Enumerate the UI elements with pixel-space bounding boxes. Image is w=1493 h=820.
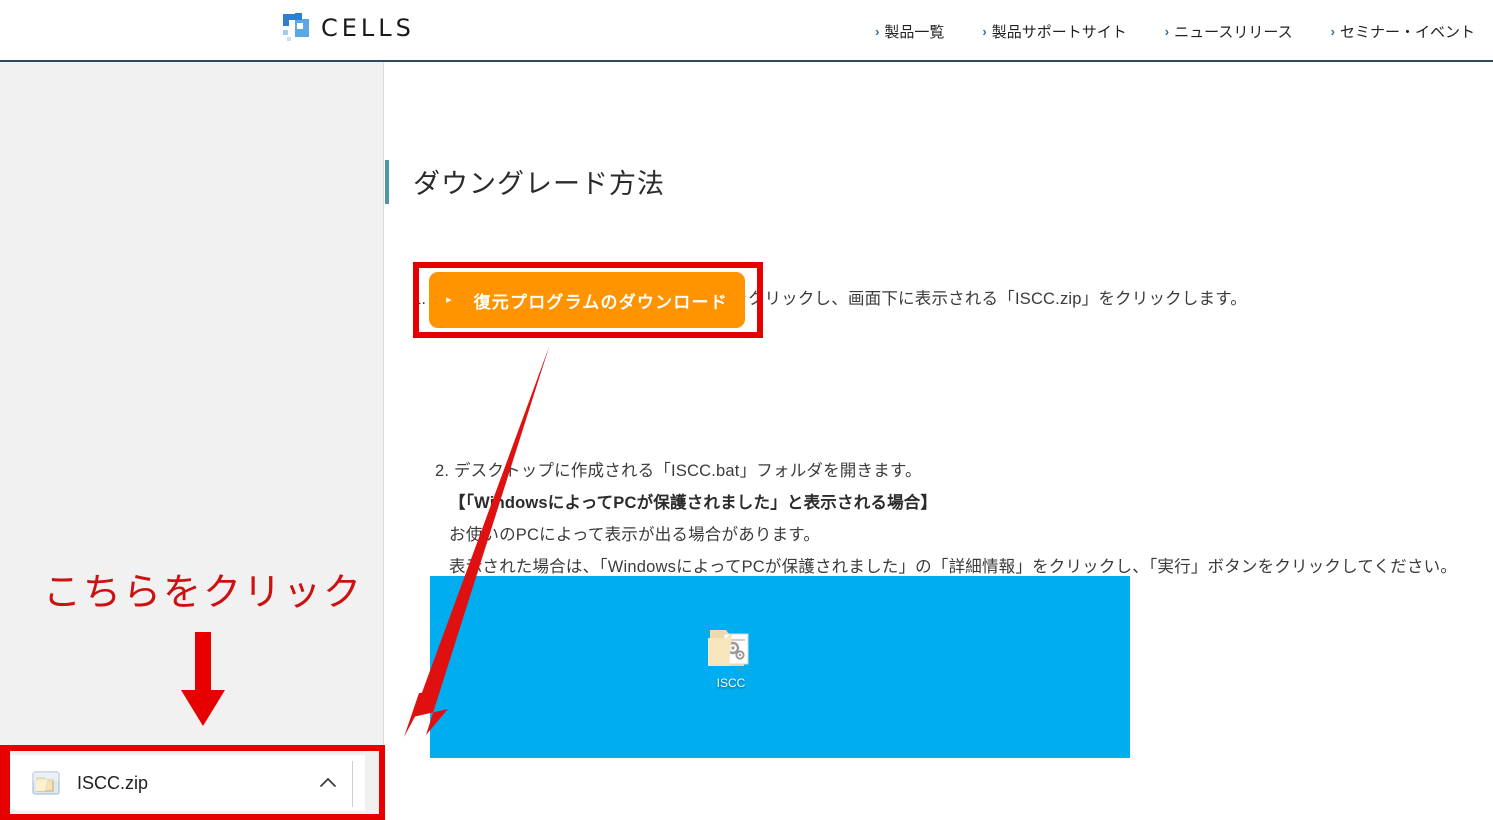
download-button-label: 復元プログラムのダウンロード: [473, 292, 728, 312]
desktop-screenshot-image: ISCC: [430, 576, 1130, 758]
zip-folder-icon: [32, 769, 60, 797]
cells-logo-icon: [280, 11, 314, 45]
nav-item-seminar[interactable]: › セミナー・イベント: [1331, 21, 1475, 42]
main-content: ダウングレード方法 1. 下記「復元プログラムのダウンロード」をクリックし、画面…: [385, 62, 1493, 820]
desktop-icon-label: ISCC: [716, 676, 746, 690]
step-2-text: 2. デスクトップに作成される「ISCC.bat」フォルダを開きます。: [435, 462, 922, 480]
nav-item-products[interactable]: › 製品一覧: [875, 21, 944, 42]
chevron-right-icon: ›: [982, 23, 987, 39]
download-button-wrap: ▸ 復元プログラムのダウンロード: [412, 262, 762, 338]
click-here-callout: こちらをクリック: [28, 570, 378, 728]
nav-item-label: ニュースリリース: [1174, 23, 1293, 41]
triangle-right-icon: ▸: [446, 293, 452, 306]
logo-text: CELLS: [321, 14, 415, 42]
site-header: CELLS › 製品一覧 › 製品サポートサイト › ニュースリリース › セミ…: [0, 0, 1493, 62]
arrow-down-icon: [28, 631, 378, 728]
chevron-right-icon: ›: [1164, 23, 1170, 39]
chevron-right-icon: ›: [875, 23, 880, 39]
main-navigation: › 製品一覧 › 製品サポートサイト › ニュースリリース › セミナー・イベン…: [875, 0, 1475, 62]
site-logo[interactable]: CELLS: [280, 11, 415, 45]
desktop-folder-icon-wrap: ISCC: [703, 624, 759, 690]
download-restore-program-button[interactable]: ▸ 復元プログラムのダウンロード: [429, 272, 745, 328]
step-2b-text: 【「WindowsによってPCが保護されました」と表示される場合】: [449, 494, 938, 512]
nav-item-news[interactable]: › ニュースリリース: [1165, 21, 1293, 42]
download-file-name: ISCC.zip: [77, 772, 149, 793]
page-title-row: ダウングレード方法: [385, 144, 665, 219]
nav-item-label: 製品サポートサイト: [991, 23, 1127, 41]
chevron-up-icon[interactable]: [317, 772, 339, 794]
download-bar-divider: [352, 761, 353, 807]
callout-text: こちらをクリック: [42, 570, 363, 614]
chevron-right-icon: ›: [1330, 23, 1335, 39]
step-2c-text: お使いのPCによって表示が出る場合があります。: [449, 526, 821, 544]
folder-gears-icon: [703, 624, 759, 672]
page-title: ダウングレード方法: [413, 169, 665, 200]
title-accent-bar: [385, 159, 389, 204]
nav-item-support[interactable]: › 製品サポートサイト: [982, 21, 1126, 42]
nav-item-label: 製品一覧: [884, 23, 945, 41]
nav-item-label: セミナー・イベント: [1339, 23, 1475, 41]
browser-download-bar[interactable]: ISCC.zip: [10, 755, 365, 811]
